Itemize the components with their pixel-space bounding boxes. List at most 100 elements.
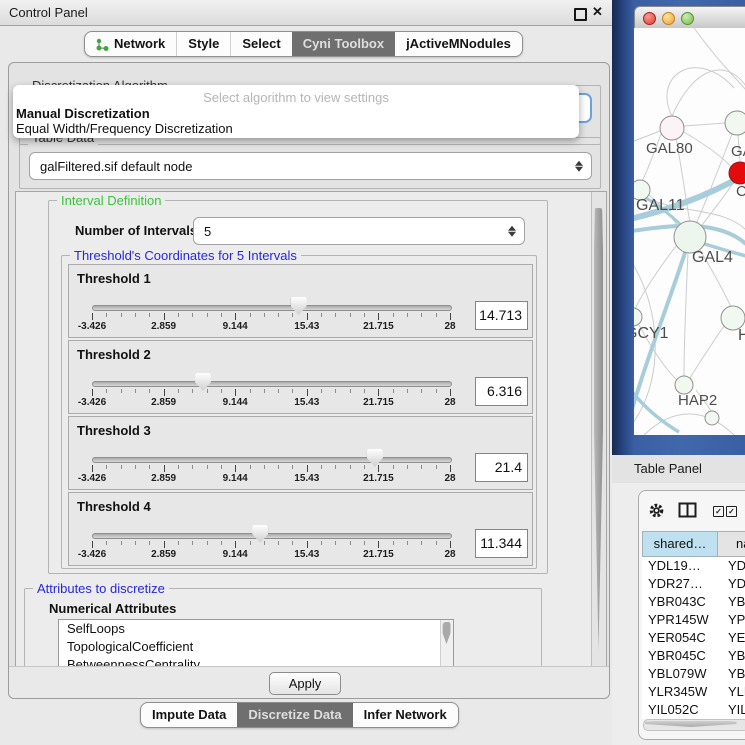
table-data-select[interactable]: galFiltered.sif default node bbox=[29, 152, 592, 180]
table-row[interactable]: YER054CYER0 bbox=[642, 629, 745, 647]
threshold-3-value-field[interactable]: 21.4 bbox=[475, 453, 528, 482]
threshold-1-label: Threshold 1 bbox=[77, 271, 151, 286]
tab-cyni-toolbox[interactable]: Cyni Toolbox bbox=[292, 32, 395, 56]
select-all-none-button[interactable]: ✓ ✓ bbox=[713, 506, 737, 517]
table-panel-title: Table Panel bbox=[634, 461, 702, 476]
table-row[interactable]: YBR043CYBR0 bbox=[642, 593, 745, 611]
network-window-titlebar bbox=[634, 6, 745, 30]
threshold-4-panel: Threshold 4 -3.4262.8599.14415.4321.7152… bbox=[68, 492, 533, 566]
tab-jactivemnodules[interactable]: jActiveMNodules bbox=[395, 32, 522, 56]
interval-definition-section: Interval Definition Number of Intervals … bbox=[48, 200, 548, 574]
menu-item-manual-discretization[interactable]: Manual Discretization bbox=[16, 106, 150, 121]
scrollbar-thumb[interactable] bbox=[443, 622, 451, 644]
table-row[interactable]: YLR345WYLR3 bbox=[642, 683, 745, 701]
table-row[interactable]: YBL079WYBL0 bbox=[642, 665, 745, 683]
table-data-selected-value: galFiltered.sif default node bbox=[40, 159, 192, 174]
list-item-selfloops[interactable]: SelfLoops bbox=[59, 620, 453, 638]
tab-infer-network-label: Infer Network bbox=[364, 703, 447, 727]
scrollbar-thumb[interactable] bbox=[645, 721, 737, 727]
node-label-ga: GA bbox=[731, 143, 745, 160]
threshold-4-value-field[interactable]: 11.344 bbox=[475, 529, 528, 558]
node-label-c: C bbox=[736, 183, 745, 200]
cell: YER0 bbox=[718, 629, 745, 647]
node-label-gal11: GAL11 bbox=[636, 197, 685, 214]
tab-style[interactable]: Style bbox=[176, 32, 230, 56]
tab-impute-data-label: Impute Data bbox=[152, 703, 226, 727]
tab-select[interactable]: Select bbox=[230, 32, 291, 56]
threshold-3-label: Threshold 3 bbox=[77, 423, 151, 438]
slider-track[interactable] bbox=[92, 533, 452, 539]
table-settings-button[interactable] bbox=[648, 502, 665, 524]
column-header-name[interactable]: na bbox=[718, 531, 745, 557]
window-title: Control Panel bbox=[9, 5, 88, 20]
node-table-container: ✓ ✓ shared… na YDL19…YDL1 YDR27…YDR2 YBR… bbox=[638, 490, 745, 740]
cyni-mode-tabs: Impute Data Discretize Data Infer Networ… bbox=[140, 702, 459, 728]
cell: YBR0 bbox=[718, 593, 745, 611]
threshold-2-slider[interactable]: -3.4262.8599.14415.4321.71528 bbox=[92, 371, 450, 411]
close-icon[interactable]: ✕ bbox=[592, 4, 603, 20]
cyni-toolbox-panel: Discretization Algorithm Select algorith… bbox=[8, 62, 610, 699]
network-view-canvas[interactable]: GAL80 GA C GAL11 GAL4 GCY1 H HAP2 bbox=[634, 28, 745, 435]
network-nodes bbox=[634, 111, 745, 425]
threshold-1-slider[interactable]: -3.4262.8599.14415.4321.71528 bbox=[92, 295, 450, 335]
network-graph: GAL80 GA C GAL11 GAL4 GCY1 H HAP2 bbox=[634, 28, 745, 435]
control-panel-tabs: Network Style Select Cyni Toolbox jActiv… bbox=[84, 31, 523, 57]
table-row[interactable]: YPR145WYPR1 bbox=[642, 611, 745, 629]
tab-network[interactable]: Network bbox=[85, 32, 176, 56]
zoom-traffic-light-button[interactable] bbox=[681, 12, 694, 25]
slider-ticks bbox=[92, 313, 450, 321]
slider-tick-labels: -3.4262.8599.14415.4321.71528 bbox=[92, 473, 450, 485]
network-node-unlabeled[interactable] bbox=[705, 411, 719, 425]
table-row[interactable]: YBR045CYBR0 bbox=[642, 647, 745, 665]
cell: YDL1 bbox=[718, 557, 745, 575]
slider-ticks bbox=[92, 541, 450, 549]
spinner-arrows-icon bbox=[508, 224, 516, 239]
table-row[interactable]: YIL052CYIL0 bbox=[642, 701, 745, 719]
checkbox-checked-icon: ✓ bbox=[713, 506, 724, 517]
slider-track[interactable] bbox=[92, 381, 452, 387]
cell: YIL0 bbox=[718, 701, 745, 719]
gear-icon bbox=[648, 502, 665, 519]
menu-item-equal-width-frequency[interactable]: Equal Width/Frequency Discretization bbox=[16, 121, 233, 136]
apply-button[interactable]: Apply bbox=[269, 672, 341, 695]
tab-impute-data[interactable]: Impute Data bbox=[141, 703, 237, 727]
cell: YBR043C bbox=[642, 593, 718, 611]
close-traffic-light-button[interactable] bbox=[643, 12, 656, 25]
slider-tick-labels: -3.4262.8599.14415.4321.71528 bbox=[92, 321, 450, 333]
cell: YBR0 bbox=[718, 647, 745, 665]
slider-ticks bbox=[92, 465, 450, 473]
network-node-gcy1[interactable] bbox=[634, 308, 642, 326]
cell: YPR145W bbox=[642, 611, 718, 629]
tab-jactivemnodules-label: jActiveMNodules bbox=[406, 32, 511, 56]
threshold-2-value-field[interactable]: 6.316 bbox=[475, 377, 528, 406]
slider-track[interactable] bbox=[92, 305, 452, 311]
select-columns-button[interactable] bbox=[678, 502, 697, 523]
threshold-3-slider[interactable]: -3.4262.8599.14415.4321.71528 bbox=[92, 447, 450, 487]
column-header-shared-name[interactable]: shared… bbox=[642, 531, 718, 557]
node-label-gcy1: GCY1 bbox=[634, 325, 669, 342]
list-item-topologicalcoefficient[interactable]: TopologicalCoefficient bbox=[59, 638, 453, 656]
table-row[interactable]: YDL19…YDL1 bbox=[642, 557, 745, 575]
minimize-traffic-light-button[interactable] bbox=[662, 12, 675, 25]
number-of-intervals-select[interactable]: 5 bbox=[193, 217, 525, 245]
network-node-gal80[interactable] bbox=[660, 116, 684, 140]
table-row[interactable]: YDR27…YDR2 bbox=[642, 575, 745, 593]
cell: YBL0 bbox=[718, 665, 745, 683]
tab-infer-network[interactable]: Infer Network bbox=[353, 703, 458, 727]
network-node-ga[interactable] bbox=[725, 111, 745, 135]
threshold-coordinates-title: Threshold's Coordinates for 5 Intervals bbox=[70, 248, 301, 263]
list-vertical-scrollbar[interactable] bbox=[440, 620, 453, 669]
threshold-1-value-field[interactable]: 14.713 bbox=[475, 301, 528, 330]
vertical-scrollbar[interactable] bbox=[591, 192, 606, 668]
number-of-intervals-value: 5 bbox=[204, 224, 211, 239]
cell: YBR045C bbox=[642, 647, 718, 665]
scrollbar-thumb[interactable] bbox=[594, 208, 603, 650]
float-window-icon[interactable] bbox=[574, 8, 587, 21]
checkbox-checked-icon: ✓ bbox=[726, 506, 737, 517]
slider-track[interactable] bbox=[92, 457, 452, 463]
threshold-4-slider[interactable]: -3.4262.8599.14415.4321.71528 bbox=[92, 523, 450, 563]
cell: YDL19… bbox=[642, 557, 718, 575]
horizontal-scrollbar[interactable] bbox=[643, 719, 745, 731]
threshold-1-panel: Threshold 1 -3.4262.8599.14415.4321.7152… bbox=[68, 264, 533, 338]
tab-discretize-data[interactable]: Discretize Data bbox=[237, 703, 352, 727]
